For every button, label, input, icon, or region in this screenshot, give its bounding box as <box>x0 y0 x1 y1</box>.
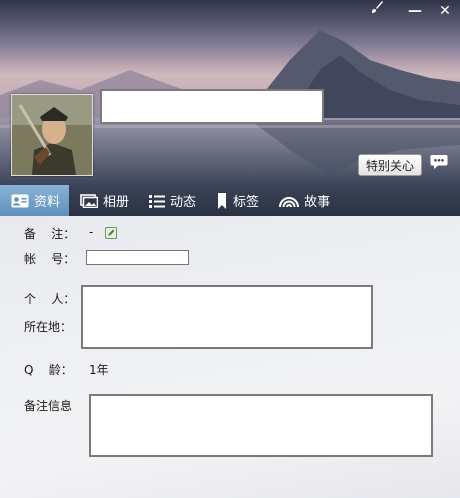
nickname-field-redacted <box>100 89 324 124</box>
profile-card-icon <box>11 194 29 208</box>
location-label: 所在地： <box>24 320 73 334</box>
tab-album-label: 相册 <box>103 195 130 210</box>
tab-album[interactable]: 相册 <box>69 185 138 216</box>
close-button[interactable]: ✕ <box>430 0 460 22</box>
feed-list-icon <box>149 194 166 208</box>
header-landscape-banner: — ✕ 特别关心 <box>0 0 460 185</box>
personal-label: 个 人： <box>24 292 76 306</box>
account-label: 帐 号： <box>24 252 76 266</box>
profile-tabs: 资料 相册 动态 标签 故事 <box>0 185 460 216</box>
tab-feed[interactable]: 动态 <box>138 185 205 216</box>
tab-profile-label: 资料 <box>34 195 61 210</box>
window-controls: — ✕ <box>370 0 460 22</box>
qage-label: Q 龄： <box>24 363 73 377</box>
rainbow-icon <box>279 194 300 208</box>
album-icon <box>80 193 99 208</box>
tab-story[interactable]: 故事 <box>268 185 339 216</box>
tab-story-label: 故事 <box>304 195 331 210</box>
chat-button[interactable] <box>430 154 452 176</box>
chat-bubble-icon <box>430 155 448 169</box>
qage-value: 1年 <box>89 363 109 377</box>
personal-location-field-redacted <box>81 285 373 349</box>
remark-info-field-redacted <box>89 394 433 457</box>
special-care-button[interactable]: 特别关心 <box>358 154 422 176</box>
bookmark-icon <box>216 192 228 209</box>
skin-button[interactable] <box>370 0 400 22</box>
profile-window: — ✕ 特别关心 资料 相册 动态 标签 故事 备 注： - 帐 号： 个 人：… <box>0 0 460 498</box>
tab-tags-label: 标签 <box>233 195 260 210</box>
tab-feed-label: 动态 <box>170 195 197 210</box>
tab-tags[interactable]: 标签 <box>205 185 268 216</box>
edit-remark-icon[interactable] <box>105 227 117 239</box>
tab-profile[interactable]: 资料 <box>0 185 70 216</box>
remark-label: 备 注： <box>24 227 76 241</box>
remark-value: - <box>89 225 94 239</box>
avatar-image <box>12 95 92 175</box>
minimize-button[interactable]: — <box>400 0 430 22</box>
brush-icon <box>372 1 383 13</box>
avatar[interactable] <box>11 94 93 176</box>
remark-info-label: 备注信息 <box>24 399 73 413</box>
account-field-redacted <box>86 250 189 265</box>
